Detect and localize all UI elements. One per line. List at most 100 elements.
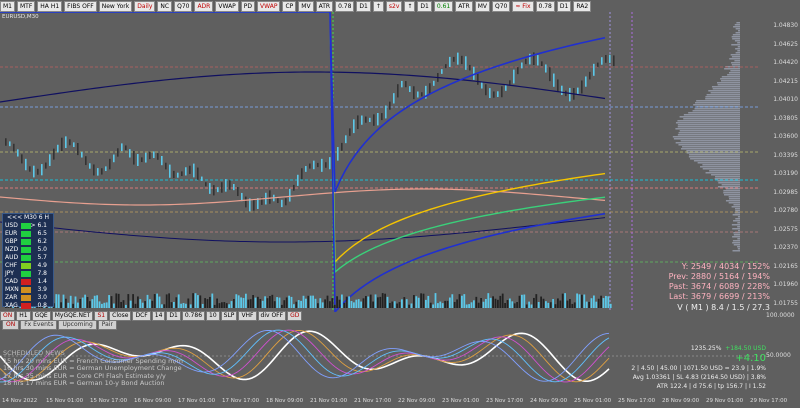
- toolbar-button[interactable]: s2v: [386, 1, 403, 12]
- toolbar-button[interactable]: ≈ Fix: [512, 1, 533, 12]
- toolbar-button[interactable]: MV: [298, 1, 313, 12]
- candle: [541, 61, 543, 66]
- volume-profile-bar: [729, 202, 740, 204]
- toolbar-button[interactable]: ATR: [316, 1, 333, 12]
- toolbar-button[interactable]: RA2: [573, 1, 591, 12]
- volume-bar: [159, 297, 161, 308]
- candle: [165, 163, 167, 170]
- candle: [337, 147, 339, 161]
- volume-bar: [156, 294, 158, 308]
- candle: [281, 200, 283, 207]
- volume-bar: [168, 293, 170, 308]
- volume-bar: [454, 302, 456, 308]
- toolbar-button[interactable]: ↑: [373, 1, 384, 12]
- volume-bar: [576, 293, 578, 308]
- toolbar-button[interactable]: 0.78: [536, 1, 555, 12]
- volume-profile-bar: [734, 60, 740, 62]
- toolbar-button[interactable]: VWAP: [215, 1, 238, 12]
- toolbar-button[interactable]: CP: [282, 1, 296, 12]
- volume-profile-bar: [706, 172, 740, 174]
- toolbar-button[interactable]: HA H1: [37, 1, 62, 12]
- volume-bar: [507, 300, 509, 308]
- moving-average: [0, 12, 605, 272]
- volume-bar: [82, 298, 84, 308]
- currency-name: GBP: [3, 238, 21, 246]
- volume-bar: [355, 300, 357, 308]
- strength-row: AUD 5.7: [3, 254, 53, 262]
- toolbar-button[interactable]: M1: [0, 1, 15, 12]
- candle: [293, 185, 295, 191]
- strength-bar: [21, 303, 31, 309]
- volume-bar: [341, 295, 343, 308]
- toolbar-button[interactable]: ATR: [455, 1, 472, 12]
- candle: [549, 67, 551, 81]
- volume-profile-bar: [715, 178, 740, 180]
- volume-bar: [425, 300, 427, 308]
- volume-bar: [603, 298, 605, 308]
- price-tick: 1.03805: [773, 115, 798, 122]
- toolbar-button[interactable]: 0.78: [335, 1, 354, 12]
- candle: [489, 88, 491, 98]
- time-tick: 17 Nov 01:00: [178, 398, 215, 404]
- volume-bar: [190, 304, 192, 308]
- toolbar-button[interactable]: PD: [241, 1, 255, 12]
- volume-bar: [562, 294, 564, 308]
- volume-bar: [216, 299, 218, 308]
- candle: [137, 154, 139, 166]
- toolbar-button[interactable]: MTF: [17, 1, 35, 12]
- candle: [577, 88, 579, 95]
- range-level-label: Past:: [669, 282, 688, 291]
- toolbar-button[interactable]: D1: [557, 1, 571, 12]
- toolbar-button[interactable]: 0.61: [434, 1, 453, 12]
- price-axis: 1.04830 1.04625 1.04420 1.04215 1.04010 1.038…: [766, 12, 800, 312]
- time-tick: 25 Nov 01:00: [574, 398, 611, 404]
- price-tick: 1.02575: [773, 226, 798, 233]
- time-tick: 17 Nov 17:00: [222, 398, 259, 404]
- volume-profile-bar: [732, 228, 740, 230]
- toolbar-button[interactable]: D1: [356, 1, 370, 12]
- toolbar-button[interactable]: D1: [417, 1, 431, 12]
- volume-bar: [75, 296, 77, 308]
- volume-bar: [67, 303, 69, 308]
- candle: [285, 198, 287, 205]
- toolbar-button[interactable]: VWAP: [257, 1, 280, 12]
- toolbar-button[interactable]: ↑: [404, 1, 415, 12]
- volume-bar: [175, 297, 177, 308]
- volume-bar: [432, 304, 434, 308]
- toolbar-button[interactable]: Daily: [134, 1, 155, 12]
- range-level-row: Past: 3674 / 6089 / 228%: [655, 282, 770, 292]
- volume-bar: [264, 296, 266, 308]
- volume-bar: [161, 304, 163, 308]
- candle: [477, 74, 479, 85]
- volume-bar: [137, 296, 139, 308]
- volume-profile-bar: [700, 166, 740, 168]
- volume-bar: [271, 295, 273, 308]
- toolbar-button[interactable]: NC: [157, 1, 172, 12]
- volume-profile-bar: [690, 158, 740, 160]
- toolbar-button[interactable]: Q70: [492, 1, 510, 12]
- candle: [297, 175, 299, 186]
- volume-bar: [180, 304, 182, 308]
- toolbar-button[interactable]: FIBS OFF: [64, 1, 97, 12]
- volume-bar: [569, 299, 571, 308]
- toolbar-button[interactable]: Q70: [174, 1, 192, 12]
- currency-name: JPY: [3, 270, 21, 278]
- volume-bar: [579, 294, 581, 308]
- toolbar-button[interactable]: MV: [475, 1, 490, 12]
- time-tick: 28 Nov 09:00: [662, 398, 699, 404]
- candle: [57, 145, 59, 153]
- volume-bar: [545, 301, 547, 308]
- moving-average: [0, 12, 605, 192]
- volume-bar: [257, 297, 259, 308]
- volume-profile-bar: [723, 190, 740, 192]
- candle: [193, 164, 195, 178]
- candle: [513, 70, 515, 84]
- candle: [593, 64, 595, 76]
- toolbar-button[interactable]: New York: [99, 1, 132, 12]
- toolbar-button[interactable]: ADR: [194, 1, 213, 12]
- candle: [537, 55, 539, 65]
- scheduled-news: SCHEDULED NEWS 15 hrs 20 mins EUR = Fren…: [3, 350, 183, 388]
- volume-bar: [243, 298, 245, 308]
- volume-profile-bar: [735, 210, 740, 212]
- price-tick: 1.03190: [773, 170, 798, 177]
